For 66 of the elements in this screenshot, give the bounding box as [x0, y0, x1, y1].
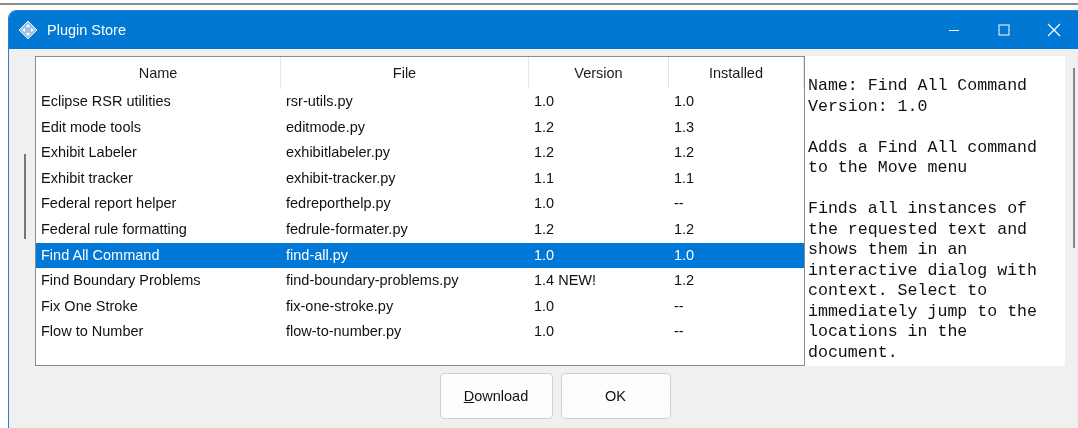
- table-cell-text: exhibitlabeler.py: [285, 143, 391, 163]
- maximize-icon: [998, 24, 1010, 36]
- table-cell-text: 1.2: [533, 143, 556, 163]
- table-row[interactable]: Exhibit Labeler exhibitlabeler.py 1.2 1.2: [36, 140, 804, 166]
- column-header[interactable]: Installed: [669, 57, 804, 89]
- table-cell-text: Find Boundary Problems: [40, 271, 202, 291]
- table-cell-text: exhibit-tracker.py: [285, 168, 397, 188]
- table-cell-text: --: [673, 296, 685, 316]
- table-cell-text: 1.2: [533, 219, 556, 239]
- table-row[interactable]: Find All Command find-all.py 1.0 1.0: [36, 242, 804, 269]
- table-cell-text: fedreporthelp.py: [285, 194, 392, 214]
- table-row[interactable]: Fix One Stroke fix-one-stroke.py 1.0 --: [36, 293, 804, 320]
- ok-button[interactable]: OK: [560, 373, 671, 419]
- table-cell-text: Edit mode tools: [40, 117, 142, 137]
- table-cell-text: flow-to-number.py: [285, 322, 403, 342]
- table-cell-text: 1.2: [533, 117, 556, 137]
- details-text: Adds a Find All command to the Move menu: [808, 137, 1039, 179]
- table-cell-text: Find All Command: [40, 245, 161, 265]
- table-cell-text: rsr-utils.py: [285, 92, 354, 111]
- column-header[interactable]: Version: [529, 57, 669, 89]
- table-cell-text: 1.0: [673, 92, 696, 111]
- table-cell-text: --: [673, 322, 685, 342]
- scrollbar-thumb[interactable]: [1073, 68, 1075, 248]
- table-row[interactable]: Eclipse RSR utilities rsr-utils.py 1.0 1.0: [36, 89, 804, 115]
- table-cell-text: 1.2: [673, 219, 696, 239]
- download-button[interactable]: Download: [439, 373, 553, 419]
- table-cell-text: Flow to Number: [40, 322, 145, 342]
- table-cell-text: 1.0: [533, 322, 556, 342]
- table-cell-text: Exhibit Labeler: [40, 143, 138, 163]
- column-header[interactable]: File: [281, 57, 529, 89]
- table-cell-text: 1.0: [673, 245, 696, 265]
- table-cell-text: 1.4 NEW!: [533, 271, 598, 291]
- table-cell-text: 1.0: [533, 296, 556, 316]
- table-cell-text: editmode.py: [285, 117, 366, 137]
- table-cell-text: find-all.py: [285, 245, 350, 265]
- details-text: Version: 1.0: [808, 96, 929, 117]
- table-row[interactable]: Edit mode tools editmode.py 1.2 1.3: [36, 114, 804, 141]
- diamond-arrows-icon: [18, 20, 38, 40]
- close-icon: [1047, 23, 1061, 37]
- table-cell-text: Fix One Stroke: [40, 296, 139, 316]
- table-cell-text: find-boundary-problems.py: [285, 271, 460, 291]
- details-text: Finds all instances of the requested text and shows them in an interactive dialog with context. Select to immediately jump to the locations in the document.: [808, 199, 1039, 363]
- table-cell-text: Eclipse RSR utilities: [40, 92, 172, 111]
- table-row[interactable]: Find Boundary Problems find-boundary-problems.py 1.4 NEW! 1.2: [36, 268, 804, 294]
- column-header[interactable]: Name: [36, 57, 281, 89]
- table-row[interactable]: Exhibit tracker exhibit-tracker.py 1.1 1.1: [36, 165, 804, 192]
- table-cell-text: Federal rule formatting: [40, 219, 188, 239]
- table-cell-text: Federal report helper: [40, 194, 178, 214]
- table-cell-text: 1.0: [533, 245, 556, 265]
- table-cell-text: 1.1: [673, 168, 696, 188]
- table-cell-text: fix-one-stroke.py: [285, 296, 395, 316]
- table-cell-text: 1.0: [533, 194, 556, 214]
- table-row[interactable]: Federal rule formatting fedrule-formater.py 1.2 1.2: [36, 216, 804, 243]
- table-cell-text: 1.2: [673, 143, 696, 163]
- table-cell-text: 1.1: [533, 168, 556, 188]
- table-cell-text: 1.2: [673, 271, 696, 291]
- table-cell-text: 1.0: [533, 92, 556, 111]
- table-row[interactable]: Federal report helper fedreporthelp.py 1.0 --: [36, 191, 804, 217]
- scrollbar-thumb[interactable]: [24, 154, 26, 239]
- table-cell-text: --: [673, 194, 685, 214]
- details-text: Name: Find All Command: [808, 76, 1029, 97]
- table-cell-text: 1.3: [673, 117, 696, 137]
- window-title: Plugin Store: [47, 22, 126, 38]
- table-cell-text: fedrule-formater.py: [285, 219, 409, 239]
- table-row[interactable]: Flow to Number flow-to-number.py 1.0 --: [36, 319, 804, 345]
- table-cell-text: Exhibit tracker: [40, 168, 134, 188]
